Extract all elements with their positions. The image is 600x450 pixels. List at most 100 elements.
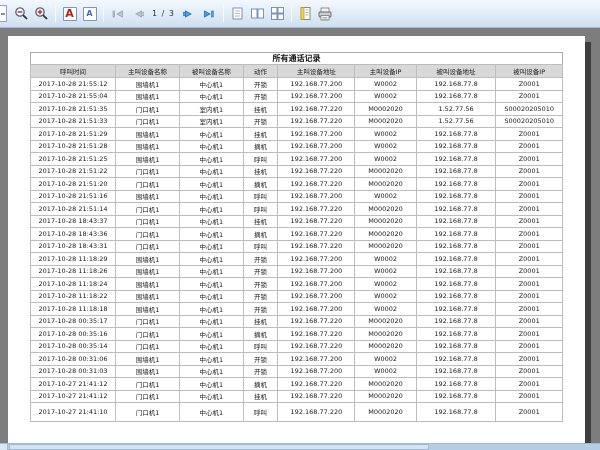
table-cell: M0002020: [355, 328, 416, 341]
zoom-combo-partial[interactable]: [0, 5, 7, 22]
print-button[interactable]: [316, 4, 335, 23]
font-smaller-button[interactable]: A: [80, 4, 99, 23]
column-header: 动作: [243, 65, 278, 78]
print-icon: [317, 6, 333, 22]
table-cell: Z0001: [496, 140, 563, 153]
table-cell: 呼叫: [243, 340, 278, 353]
table-cell: W0002: [355, 190, 416, 203]
column-header: 主叫设备地址: [278, 65, 355, 78]
table-row: 2017-10-27 21:41:12门口机1中心机1挂机192.168.77.…: [31, 390, 563, 403]
table-cell: Z0001: [496, 128, 563, 141]
table-cell: 192.168.77.8: [416, 190, 496, 203]
table-cell: W0002: [355, 128, 416, 141]
table-cell: 开锁: [243, 365, 278, 378]
table-cell: 2017-10-28 21:51:29: [31, 128, 116, 141]
scrollbar-thumb[interactable]: [9, 444, 429, 450]
table-cell: 2017-10-28 18:43:31: [31, 240, 116, 253]
table-cell: W0002: [355, 303, 416, 316]
table-cell: M0002020: [355, 215, 416, 228]
table-row: 2017-10-27 21:41:12门口机1中心机1摘机192.168.77.…: [31, 378, 563, 391]
table-cell: 2017-10-28 21:51:22: [31, 165, 116, 178]
table-cell: 2017-10-28 11:18:18: [31, 303, 116, 316]
scrollbar-left-button[interactable]: [0, 444, 8, 450]
table-cell: 摘机: [243, 228, 278, 241]
next-page-button[interactable]: [180, 4, 199, 23]
font-larger-button[interactable]: A: [60, 4, 79, 23]
table-cell: 围墙机1: [116, 140, 180, 153]
table-cell: 挂机: [243, 390, 278, 403]
page-setup-button[interactable]: [296, 4, 315, 23]
table-row: 2017-10-28 11:18:26围墙机1中心机1开锁192.168.77.…: [31, 265, 563, 278]
table-cell: M0002020: [355, 165, 416, 178]
table-cell: Z0001: [496, 178, 563, 191]
table-cell: 中心机1: [179, 215, 243, 228]
table-cell: 2017-10-28 00:31:06: [31, 353, 116, 366]
table-cell: 中心机1: [179, 265, 243, 278]
table-cell: 开锁: [243, 265, 278, 278]
table-cell: 中心机1: [179, 390, 243, 403]
table-cell: Z0001: [496, 353, 563, 366]
table-cell: M0002020: [355, 115, 416, 128]
table-cell: 挂机: [243, 215, 278, 228]
table-cell: Z0001: [496, 153, 563, 166]
table-cell: 192.168.77.8: [416, 240, 496, 253]
two-page-view-button[interactable]: [248, 4, 267, 23]
report-table: 呼叫时间主叫设备名称被叫设备名称动作主叫设备地址主叫设备IP被叫设备地址被叫设备…: [30, 64, 563, 422]
last-page-icon: [201, 6, 217, 22]
table-row: 2017-10-28 21:51:33门口机1室内机1开锁192.168.77.…: [31, 115, 563, 128]
table-cell: 2017-10-27 21:41:10: [31, 403, 116, 422]
table-cell: Z0001: [496, 340, 563, 353]
table-row: 2017-10-28 18:43:37门口机1中心机1挂机192.168.77.…: [31, 215, 563, 228]
table-cell: 中心机1: [179, 128, 243, 141]
table-cell: 门口机1: [116, 390, 180, 403]
table-cell: 围墙机1: [116, 303, 180, 316]
table-cell: 挂机: [243, 103, 278, 116]
table-cell: 2017-10-28 00:31:03: [31, 365, 116, 378]
table-cell: Z0001: [496, 240, 563, 253]
table-row: 2017-10-28 11:18:22围墙机1中心机1开锁192.168.77.…: [31, 290, 563, 303]
table-cell: 192.168.77.220: [278, 115, 355, 128]
multi-page-view-button[interactable]: [268, 4, 287, 23]
table-cell: 192.168.77.200: [278, 190, 355, 203]
table-cell: 192.168.77.8: [416, 378, 496, 391]
table-cell: 192.168.77.8: [416, 90, 496, 103]
table-cell: 呼叫: [243, 190, 278, 203]
table-cell: 2017-10-28 21:55:12: [31, 78, 116, 91]
table-cell: M0002020: [355, 228, 416, 241]
zoom-out-button[interactable]: [12, 4, 31, 23]
report-viewer-window: A A 1 / 3: [0, 0, 600, 450]
table-cell: 门口机1: [116, 215, 180, 228]
table-cell: 围墙机1: [116, 153, 180, 166]
table-cell: 开锁: [243, 278, 278, 291]
table-cell: 门口机1: [116, 115, 180, 128]
table-cell: 摘机: [243, 178, 278, 191]
table-cell: 中心机1: [179, 240, 243, 253]
column-header: 被叫设备地址: [416, 65, 496, 78]
table-cell: 192.168.77.8: [416, 278, 496, 291]
table-cell: 192.168.77.220: [278, 340, 355, 353]
table-row: 2017-10-28 00:31:03围墙机1中心机1开锁192.168.77.…: [31, 365, 563, 378]
table-cell: 192.168.77.200: [278, 365, 355, 378]
table-cell: 2017-10-28 21:51:14: [31, 203, 116, 216]
table-cell: 围墙机1: [116, 128, 180, 141]
table-cell: 中心机1: [179, 365, 243, 378]
table-row: 2017-10-28 21:51:25围墙机1中心机1呼叫192.168.77.…: [31, 153, 563, 166]
page-setup-icon: [298, 6, 313, 21]
prev-page-button[interactable]: [128, 4, 147, 23]
table-cell: Z0001: [496, 228, 563, 241]
table-cell: 192.168.77.220: [278, 203, 355, 216]
horizontal-scrollbar[interactable]: [0, 443, 600, 450]
last-page-button[interactable]: [200, 4, 219, 23]
single-page-view-button[interactable]: [228, 4, 247, 23]
table-cell: 开锁: [243, 253, 278, 266]
zoom-in-button[interactable]: [32, 4, 51, 23]
first-page-button[interactable]: [108, 4, 127, 23]
table-cell: 2017-10-28 21:51:25: [31, 153, 116, 166]
table-cell: W0002: [355, 278, 416, 291]
table-cell: Z0001: [496, 190, 563, 203]
table-cell: 门口机1: [116, 240, 180, 253]
table-cell: 开锁: [243, 115, 278, 128]
table-cell: 192.168.77.220: [278, 215, 355, 228]
table-cell: Z0001: [496, 278, 563, 291]
table-row: 2017-10-28 21:51:35门口机1室内机1挂机192.168.77.…: [31, 103, 563, 116]
